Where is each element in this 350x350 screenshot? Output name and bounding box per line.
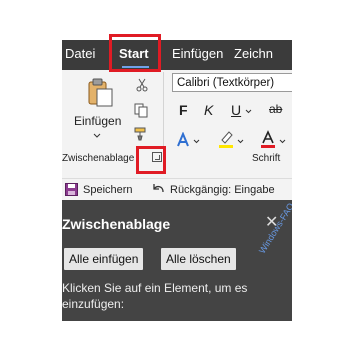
clipboard-paste-icon[interactable] [84, 77, 116, 109]
strikethrough-button[interactable]: ab [269, 102, 282, 116]
chevron-down-icon[interactable] [193, 139, 200, 144]
ribbon: Einfügen Zwischenablage Calibri (Textkör… [62, 70, 292, 178]
font-group-label: Schrift [252, 153, 281, 164]
save-button[interactable]: Speichern [83, 181, 133, 199]
chevron-down-icon[interactable] [279, 139, 286, 144]
highlighter-icon[interactable] [218, 130, 234, 148]
undo-icon[interactable] [151, 182, 165, 196]
highlight-start-tab [109, 34, 161, 72]
scissors-icon[interactable] [135, 78, 149, 92]
word-window: Datei Start Einfügen Zeichn Einfügen Zwi… [62, 40, 292, 321]
chevron-down-icon[interactable] [237, 139, 244, 144]
underline-button[interactable]: U [231, 102, 241, 118]
tab-einfuegen[interactable]: Einfügen [172, 40, 223, 70]
save-icon[interactable] [65, 183, 78, 196]
chevron-down-icon[interactable] [93, 133, 101, 139]
pane-title: Zwischenablage [62, 216, 171, 232]
clipboard-pane: Zwischenablage ✕ Alle einfügen Alle lösc… [62, 200, 292, 321]
chevron-down-icon[interactable] [245, 109, 252, 114]
font-color-icon[interactable] [260, 130, 276, 148]
copy-icon[interactable] [134, 103, 148, 118]
format-painter-icon[interactable] [134, 127, 148, 141]
pane-info-text: Klicken Sie auf ein Element, um es einzu… [62, 281, 248, 311]
font-name-box[interactable]: Calibri (Textkörper) [172, 73, 292, 92]
highlight-clipboard-launcher [136, 146, 166, 174]
bold-button[interactable]: F [179, 102, 188, 118]
undo-button[interactable]: Rückgängig: Eingabe [170, 181, 275, 199]
italic-button[interactable]: K [204, 102, 213, 118]
ribbon-tab-bar: Datei Start Einfügen Zeichn [62, 40, 292, 70]
tab-datei[interactable]: Datei [65, 40, 95, 70]
clipboard-group-label: Zwischenablage [62, 153, 135, 164]
quick-access-toolbar: Speichern Rückgängig: Eingabe [62, 178, 292, 201]
paste-button-label[interactable]: Einfügen [74, 114, 121, 128]
clear-all-button[interactable]: Alle löschen [161, 248, 236, 270]
paste-all-button[interactable]: Alle einfügen [64, 248, 144, 270]
text-effects-icon[interactable] [176, 132, 190, 148]
tab-zeichnen[interactable]: Zeichn [234, 40, 273, 70]
